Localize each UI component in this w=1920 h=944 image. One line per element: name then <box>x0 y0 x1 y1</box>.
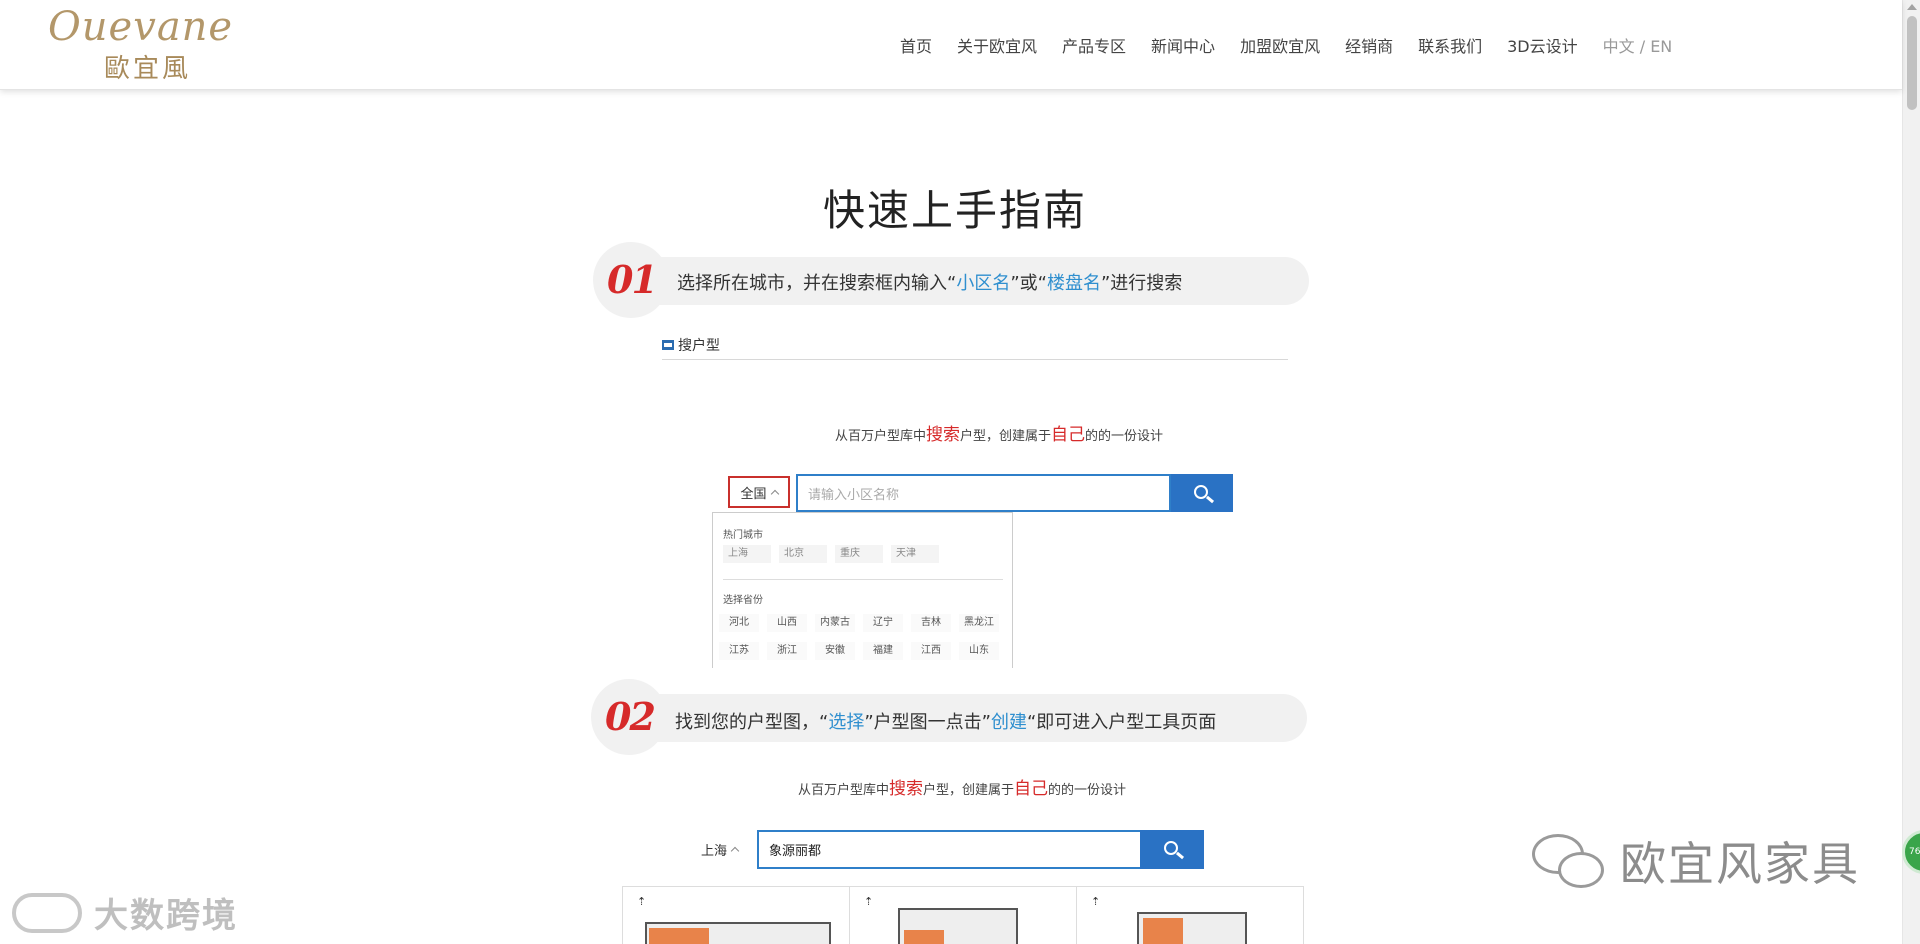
step-1-highlight-community: 小区名 <box>956 273 1011 294</box>
province-option[interactable]: 黑龙江 <box>959 614 999 632</box>
province-option[interactable]: 江苏 <box>719 642 759 660</box>
compass-icon: ⇡ <box>1091 895 1101 908</box>
hot-city-option[interactable]: 重庆 <box>835 545 883 563</box>
logo-script-text: Ouevane <box>48 4 234 50</box>
search-button-2[interactable] <box>1140 830 1204 869</box>
dropdown-divider <box>723 579 1003 580</box>
language-switch[interactable]: 中文 / EN <box>1603 33 1673 57</box>
city-select[interactable]: 全国 <box>728 476 790 508</box>
search-floorplan-label: 搜户型 <box>662 335 720 355</box>
province-option[interactable]: 安徽 <box>815 642 855 660</box>
step-2-highlight-select: 选择 <box>828 712 865 733</box>
community-search-input-2[interactable]: 象源丽都 <box>757 830 1142 869</box>
search-icon <box>1163 841 1178 855</box>
watermark-right: 欧宜风家具 <box>1532 828 1860 894</box>
scroll-thumb[interactable] <box>1907 16 1917 110</box>
logo-chinese-text: 歐宜風 <box>104 54 192 84</box>
floorplan-card[interactable]: ⇡ <box>850 887 1077 944</box>
chevron-up-icon <box>770 489 779 498</box>
nav-item-3d-design[interactable]: 3D云设计 <box>1507 33 1578 57</box>
watermark-logo-icon <box>12 892 82 933</box>
nav-item-about[interactable]: 关于欧宜风 <box>957 33 1037 57</box>
province-option[interactable]: 山东 <box>959 642 999 660</box>
vertical-scrollbar[interactable] <box>1902 0 1920 944</box>
brand-logo[interactable]: Ouevane 歐宜風 <box>48 4 238 84</box>
nav-item-products[interactable]: 产品专区 <box>1062 33 1126 57</box>
province-option[interactable]: 山西 <box>767 614 807 632</box>
hot-cities-heading: 热门城市 <box>723 530 763 541</box>
scroll-up-arrow-icon[interactable] <box>1907 4 1917 10</box>
province-option[interactable]: 辽宁 <box>863 614 903 632</box>
nav-item-dealers[interactable]: 经销商 <box>1345 33 1393 57</box>
hot-city-option[interactable]: 北京 <box>779 545 827 563</box>
city-dropdown: 热门城市 上海 北京 重庆 天津 选择省份 河北 山西 内蒙古 辽宁 吉林 黑龙… <box>712 512 1013 668</box>
province-option[interactable]: 河北 <box>719 614 759 632</box>
floorplan-results: ⇡ ⇡ ⇡ <box>622 886 1304 944</box>
step-1-highlight-estate: 楼盘名 <box>1046 273 1101 294</box>
province-option[interactable]: 福建 <box>863 642 903 660</box>
chevron-up-icon <box>730 846 740 856</box>
province-option[interactable]: 内蒙古 <box>815 614 855 632</box>
watermark-left: 大数跨境 <box>12 888 238 937</box>
floorplan-thumbnail <box>1137 912 1247 944</box>
page-title: 快速上手指南 <box>822 186 1087 235</box>
tagline-1: 从百万户型库中搜索户型，创建属于自己的的一份设计 <box>835 425 1164 445</box>
community-search-input[interactable]: 请输入小区名称 <box>796 474 1171 512</box>
nav-item-franchise[interactable]: 加盟欧宜风 <box>1240 33 1320 57</box>
nav-item-contact[interactable]: 联系我们 <box>1418 33 1482 57</box>
step-1-text: 选择所在城市，并在搜索框内输入“小区名”或“楼盘名”进行搜索 <box>677 273 1183 294</box>
compass-icon: ⇡ <box>637 895 647 908</box>
main-nav: 首页 关于欧宜风 产品专区 新闻中心 加盟欧宜风 经销商 联系我们 3D云设计 … <box>900 34 1672 56</box>
step-2-highlight-create: 创建 <box>990 712 1027 733</box>
wechat-icon <box>1532 830 1610 892</box>
city-select-2[interactable]: 上海 <box>701 840 740 859</box>
province-option[interactable]: 浙江 <box>767 642 807 660</box>
province-option[interactable]: 吉林 <box>911 614 951 632</box>
search-icon <box>1193 484 1208 499</box>
hot-city-option[interactable]: 天津 <box>891 545 939 563</box>
step-2-number: 02 <box>605 694 656 739</box>
nav-item-home[interactable]: 首页 <box>900 33 932 57</box>
nav-item-news[interactable]: 新闻中心 <box>1151 33 1215 57</box>
compass-icon: ⇡ <box>864 895 874 908</box>
floorplan-tag-icon <box>662 340 674 350</box>
floorplan-card[interactable]: ⇡ <box>623 887 850 944</box>
hot-city-option[interactable]: 上海 <box>723 545 771 563</box>
step-2-text: 找到您的户型图，“选择”户型图一点击”创建“即可进入户型工具页面 <box>675 712 1217 733</box>
site-header: Ouevane 歐宜風 首页 关于欧宜风 产品专区 新闻中心 加盟欧宜风 经销商… <box>0 0 1902 90</box>
floorplan-thumbnail <box>645 922 831 944</box>
tagline-2: 从百万户型库中搜索户型，创建属于自己的的一份设计 <box>798 779 1127 799</box>
search-button[interactable] <box>1171 474 1233 512</box>
floorplan-card[interactable]: ⇡ <box>1077 887 1303 944</box>
provinces-heading: 选择省份 <box>723 595 763 606</box>
floorplan-thumbnail <box>898 908 1018 944</box>
step-1-number: 01 <box>607 257 658 302</box>
section-divider <box>662 359 1288 360</box>
province-option[interactable]: 江西 <box>911 642 951 660</box>
